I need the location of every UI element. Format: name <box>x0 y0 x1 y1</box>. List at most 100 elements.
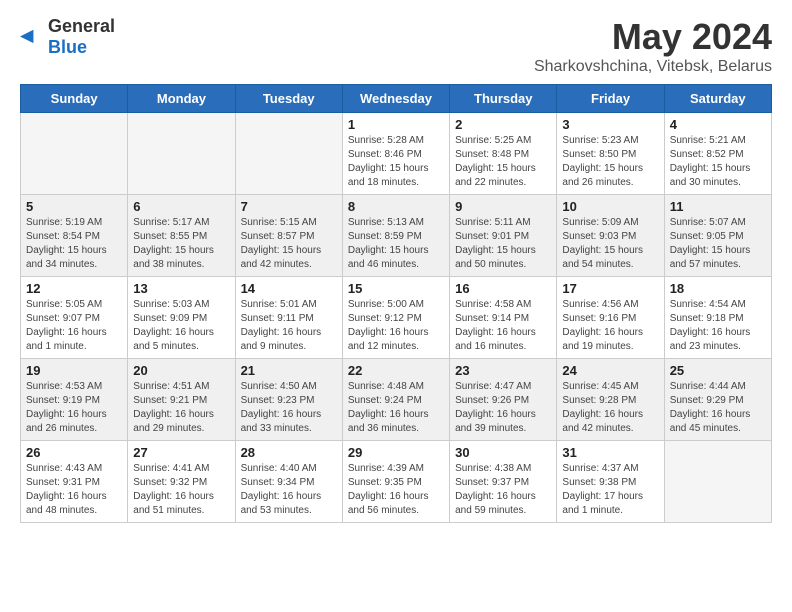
calendar-day-cell: 14Sunrise: 5:01 AM Sunset: 9:11 PM Dayli… <box>235 277 342 359</box>
calendar-day-cell: 7Sunrise: 5:15 AM Sunset: 8:57 PM Daylig… <box>235 195 342 277</box>
calendar-day-cell: 16Sunrise: 4:58 AM Sunset: 9:14 PM Dayli… <box>450 277 557 359</box>
calendar-day-cell: 18Sunrise: 4:54 AM Sunset: 9:18 PM Dayli… <box>664 277 771 359</box>
calendar-day-cell: 29Sunrise: 4:39 AM Sunset: 9:35 PM Dayli… <box>342 441 449 523</box>
day-info: Sunrise: 4:47 AM Sunset: 9:26 PM Dayligh… <box>455 380 551 436</box>
day-info: Sunrise: 5:09 AM Sunset: 9:03 PM Dayligh… <box>562 216 658 272</box>
day-number: 16 <box>455 281 551 296</box>
day-info: Sunrise: 5:19 AM Sunset: 8:54 PM Dayligh… <box>26 216 122 272</box>
day-number: 23 <box>455 363 551 378</box>
calendar-week-row: 12 Sunrise: 5:05 AM Sunset: 9:07 PM Dayli… <box>21 277 772 359</box>
title-section: May 2024 Sharkovshchina, Vitebsk, Belaru… <box>534 16 772 76</box>
weekday-header-thursday: Thursday <box>450 85 557 113</box>
day-number: 20 <box>133 363 229 378</box>
day-info: Sunrise: 5:03 AM Sunset: 9:09 PM Dayligh… <box>133 298 229 354</box>
weekday-header-friday: Friday <box>557 85 664 113</box>
day-number: 13 <box>133 281 229 296</box>
weekday-header-tuesday: Tuesday <box>235 85 342 113</box>
calendar-day-cell: 17 Sunrise: 4:56 AM Sunset: 9:16 PM Dayli… <box>557 277 664 359</box>
calendar-week-row: 5Sunrise: 5:19 AM Sunset: 8:54 PM Daylig… <box>21 195 772 277</box>
day-number: 17 <box>562 281 658 296</box>
weekday-header-saturday: Saturday <box>664 85 771 113</box>
calendar-day-cell: 20 Sunrise: 4:51 AM Sunset: 9:21 PM Dayli… <box>128 359 235 441</box>
weekday-header-row: SundayMondayTuesdayWednesdayThursdayFrid… <box>21 85 772 113</box>
calendar-day-cell <box>21 113 128 195</box>
calendar-day-cell: 21 Sunrise: 4:50 AM Sunset: 9:23 PM Dayli… <box>235 359 342 441</box>
calendar-day-cell: 10 Sunrise: 5:09 AM Sunset: 9:03 PM Dayli… <box>557 195 664 277</box>
page-header: ◀ General Blue May 2024 Sharkovshchina, … <box>0 0 792 84</box>
calendar-week-row: 19 Sunrise: 4:53 AM Sunset: 9:19 PM Dayli… <box>21 359 772 441</box>
day-number: 19 <box>26 363 122 378</box>
day-number: 3 <box>562 117 658 132</box>
calendar-day-cell <box>235 113 342 195</box>
calendar-day-cell: 31 Sunrise: 4:37 AM Sunset: 9:38 PM Dayli… <box>557 441 664 523</box>
calendar-day-cell: 1Sunrise: 5:28 AM Sunset: 8:46 PM Daylig… <box>342 113 449 195</box>
day-info: Sunrise: 4:39 AM Sunset: 9:35 PM Dayligh… <box>348 462 444 518</box>
calendar-day-cell: 3 Sunrise: 5:23 AM Sunset: 8:50 PM Daylig… <box>557 113 664 195</box>
calendar-day-cell: 13 Sunrise: 5:03 AM Sunset: 9:09 PM Dayli… <box>128 277 235 359</box>
day-number: 6 <box>133 199 229 214</box>
day-number: 12 <box>26 281 122 296</box>
logo-icon: ◀ <box>20 25 44 49</box>
day-info: Sunrise: 4:44 AM Sunset: 9:29 PM Dayligh… <box>670 380 766 436</box>
day-info: Sunrise: 4:48 AM Sunset: 9:24 PM Dayligh… <box>348 380 444 436</box>
calendar-day-cell: 2 Sunrise: 5:25 AM Sunset: 8:48 PM Daylig… <box>450 113 557 195</box>
day-info: Sunrise: 5:07 AM Sunset: 9:05 PM Dayligh… <box>670 216 766 272</box>
day-info: Sunrise: 5:28 AM Sunset: 8:46 PM Dayligh… <box>348 134 444 190</box>
day-number: 14 <box>241 281 337 296</box>
logo-text-blue: Blue <box>48 37 87 57</box>
day-number: 27 <box>133 445 229 460</box>
calendar-day-cell: 23 Sunrise: 4:47 AM Sunset: 9:26 PM Dayli… <box>450 359 557 441</box>
day-number: 30 <box>455 445 551 460</box>
weekday-header-wednesday: Wednesday <box>342 85 449 113</box>
day-number: 10 <box>562 199 658 214</box>
calendar-day-cell: 25 Sunrise: 4:44 AM Sunset: 9:29 PM Dayli… <box>664 359 771 441</box>
day-info: Sunrise: 5:13 AM Sunset: 8:59 PM Dayligh… <box>348 216 444 272</box>
calendar-day-cell: 24 Sunrise: 4:45 AM Sunset: 9:28 PM Dayli… <box>557 359 664 441</box>
calendar-day-cell: 11 Sunrise: 5:07 AM Sunset: 9:05 PM Dayli… <box>664 195 771 277</box>
location-subtitle: Sharkovshchina, Vitebsk, Belarus <box>534 58 772 76</box>
day-info: Sunrise: 5:17 AM Sunset: 8:55 PM Dayligh… <box>133 216 229 272</box>
day-info: Sunrise: 4:50 AM Sunset: 9:23 PM Dayligh… <box>241 380 337 436</box>
day-info: Sunrise: 4:38 AM Sunset: 9:37 PM Dayligh… <box>455 462 551 518</box>
day-info: Sunrise: 4:41 AM Sunset: 9:32 PM Dayligh… <box>133 462 229 518</box>
day-info: Sunrise: 5:15 AM Sunset: 8:57 PM Dayligh… <box>241 216 337 272</box>
day-number: 8 <box>348 199 444 214</box>
day-number: 21 <box>241 363 337 378</box>
day-number: 18 <box>670 281 766 296</box>
day-info: Sunrise: 5:11 AM Sunset: 9:01 PM Dayligh… <box>455 216 551 272</box>
day-info: Sunrise: 5:00 AM Sunset: 9:12 PM Dayligh… <box>348 298 444 354</box>
calendar-day-cell <box>664 441 771 523</box>
day-info: Sunrise: 4:45 AM Sunset: 9:28 PM Dayligh… <box>562 380 658 436</box>
calendar-day-cell: 12 Sunrise: 5:05 AM Sunset: 9:07 PM Dayli… <box>21 277 128 359</box>
day-number: 11 <box>670 199 766 214</box>
calendar-day-cell: 19 Sunrise: 4:53 AM Sunset: 9:19 PM Dayli… <box>21 359 128 441</box>
day-info: Sunrise: 5:05 AM Sunset: 9:07 PM Dayligh… <box>26 298 122 354</box>
logo: ◀ General Blue <box>20 16 115 58</box>
calendar-day-cell: 26Sunrise: 4:43 AM Sunset: 9:31 PM Dayli… <box>21 441 128 523</box>
calendar-week-row: 26Sunrise: 4:43 AM Sunset: 9:31 PM Dayli… <box>21 441 772 523</box>
calendar-day-cell: 9Sunrise: 5:11 AM Sunset: 9:01 PM Daylig… <box>450 195 557 277</box>
day-info: Sunrise: 5:21 AM Sunset: 8:52 PM Dayligh… <box>670 134 766 190</box>
day-info: Sunrise: 4:40 AM Sunset: 9:34 PM Dayligh… <box>241 462 337 518</box>
calendar-day-cell: 6 Sunrise: 5:17 AM Sunset: 8:55 PM Daylig… <box>128 195 235 277</box>
day-number: 2 <box>455 117 551 132</box>
day-info: Sunrise: 5:23 AM Sunset: 8:50 PM Dayligh… <box>562 134 658 190</box>
day-number: 31 <box>562 445 658 460</box>
calendar-table: SundayMondayTuesdayWednesdayThursdayFrid… <box>20 84 772 523</box>
day-info: Sunrise: 5:25 AM Sunset: 8:48 PM Dayligh… <box>455 134 551 190</box>
day-info: Sunrise: 4:53 AM Sunset: 9:19 PM Dayligh… <box>26 380 122 436</box>
svg-text:◀: ◀ <box>20 25 34 45</box>
day-number: 26 <box>26 445 122 460</box>
day-number: 22 <box>348 363 444 378</box>
logo-text-general: General <box>48 16 115 36</box>
weekday-header-sunday: Sunday <box>21 85 128 113</box>
calendar-day-cell: 22 Sunrise: 4:48 AM Sunset: 9:24 PM Dayli… <box>342 359 449 441</box>
day-info: Sunrise: 4:51 AM Sunset: 9:21 PM Dayligh… <box>133 380 229 436</box>
calendar-day-cell: 4 Sunrise: 5:21 AM Sunset: 8:52 PM Daylig… <box>664 113 771 195</box>
day-number: 4 <box>670 117 766 132</box>
day-info: Sunrise: 4:56 AM Sunset: 9:16 PM Dayligh… <box>562 298 658 354</box>
calendar-day-cell: 30 Sunrise: 4:38 AM Sunset: 9:37 PM Dayli… <box>450 441 557 523</box>
day-number: 25 <box>670 363 766 378</box>
day-info: Sunrise: 4:37 AM Sunset: 9:38 PM Dayligh… <box>562 462 658 518</box>
day-number: 24 <box>562 363 658 378</box>
